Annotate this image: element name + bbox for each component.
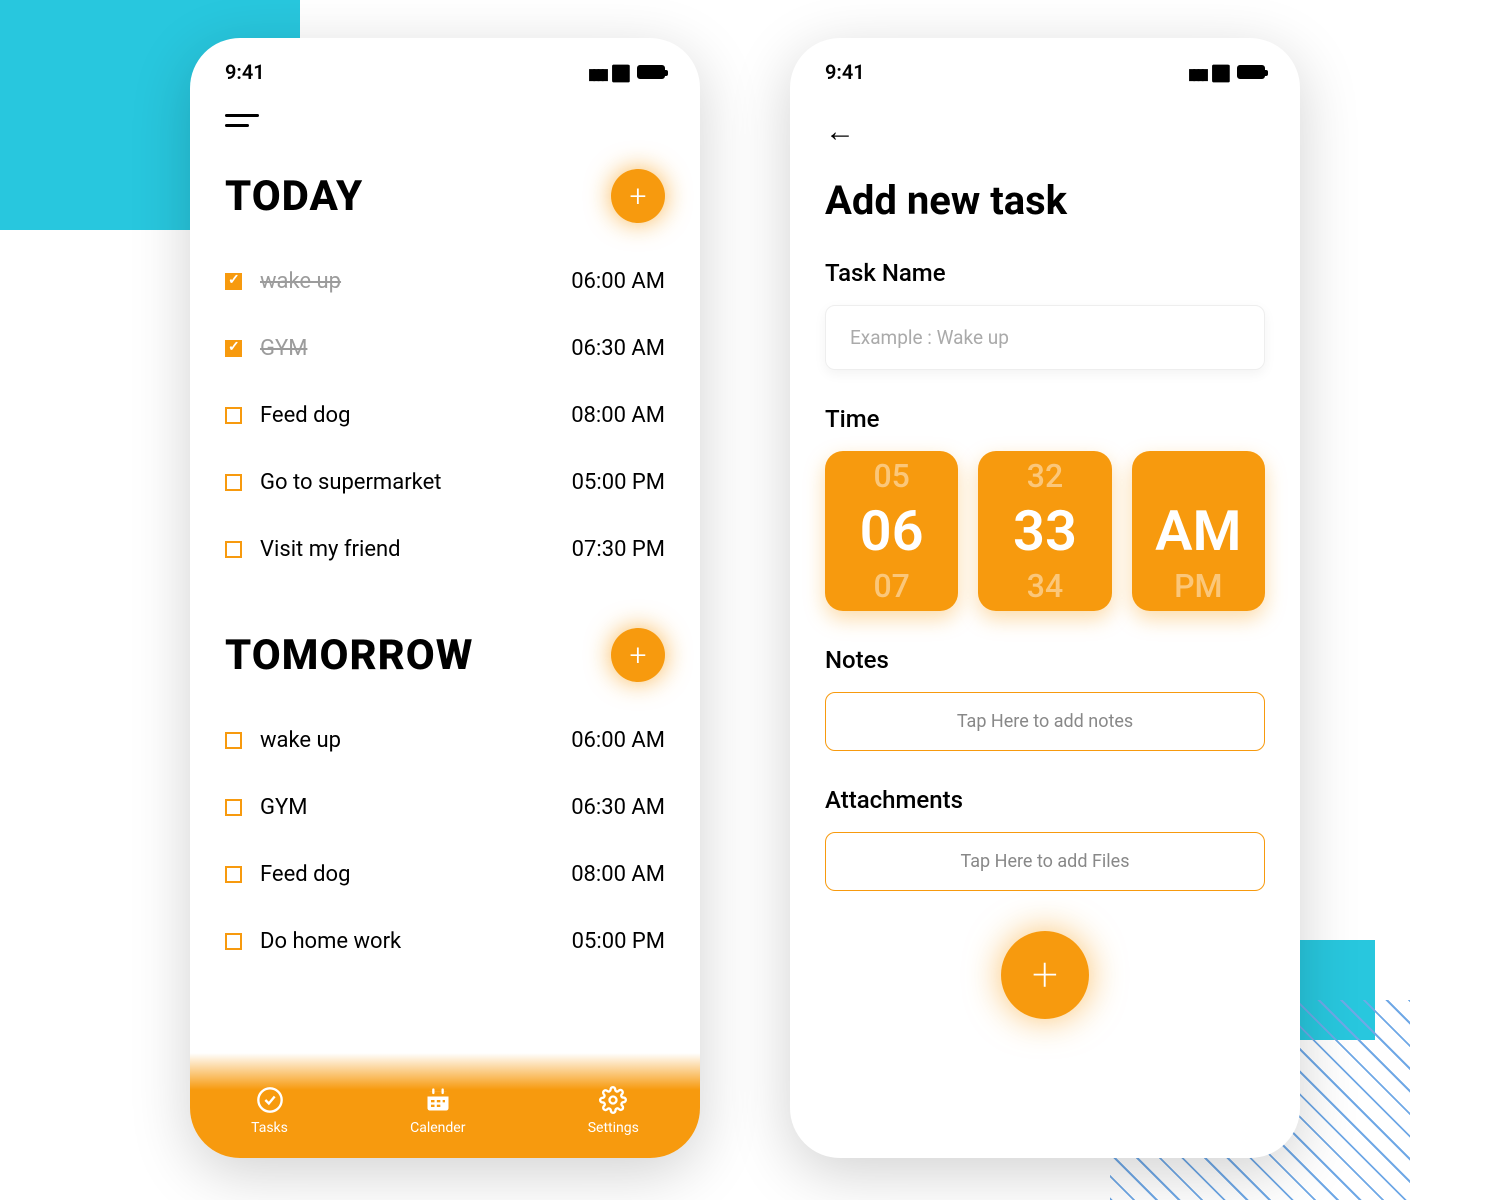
task-time: 08:00 AM — [571, 403, 665, 428]
submit-task-fab[interactable]: + — [1001, 931, 1089, 1019]
status-time: 9:41 — [225, 60, 265, 84]
task-row[interactable]: wake up 06:00 AM — [225, 248, 665, 315]
minute: 33 — [1013, 492, 1077, 570]
calendar-icon — [424, 1086, 452, 1114]
task-checkbox[interactable] — [225, 799, 242, 816]
check-circle-icon — [256, 1086, 284, 1114]
wifi-icon — [1211, 60, 1231, 84]
task-label: wake up — [260, 269, 571, 294]
task-time: 08:00 AM — [571, 862, 665, 887]
phone-tasks-list: 9:41 TODAY + wake up 06:00 AM GYM 06:30 … — [190, 38, 700, 1158]
task-checkbox[interactable] — [225, 407, 242, 424]
task-checkbox[interactable] — [225, 340, 242, 357]
status-icons — [588, 60, 665, 84]
task-label: Do home work — [260, 929, 572, 954]
time-minute-picker[interactable]: 32 33 34 — [978, 451, 1111, 611]
task-time: 06:30 AM — [571, 795, 665, 820]
battery-icon — [637, 65, 665, 79]
status-icons — [1188, 60, 1265, 84]
task-checkbox[interactable] — [225, 933, 242, 950]
battery-icon — [1237, 65, 1265, 79]
task-time: 07:30 PM — [572, 537, 665, 562]
task-row[interactable]: Feed dog 08:00 AM — [225, 841, 665, 908]
time-hour-picker[interactable]: 05 06 07 — [825, 451, 958, 611]
hour-prev: 05 — [873, 460, 909, 492]
status-time: 9:41 — [825, 60, 865, 84]
task-label: GYM — [260, 336, 571, 361]
nav-settings-label: Settings — [588, 1120, 639, 1136]
task-checkbox[interactable] — [225, 474, 242, 491]
hour-next: 07 — [873, 570, 909, 602]
status-bar: 9:41 — [790, 38, 1300, 84]
nav-calendar[interactable]: Calender — [410, 1086, 465, 1136]
task-time: 05:00 PM — [572, 929, 665, 954]
task-label: Visit my friend — [260, 537, 572, 562]
task-label: Go to supermarket — [260, 470, 572, 495]
ampm: AM — [1155, 492, 1241, 570]
wifi-icon — [611, 60, 631, 84]
attachments-label: Attachments — [825, 786, 1265, 814]
task-name-input[interactable]: Example : Wake up — [825, 305, 1265, 370]
section-title: TODAY — [225, 172, 363, 221]
minute-prev: 32 — [1027, 460, 1063, 492]
notes-label: Notes — [825, 646, 1265, 674]
nav-tasks[interactable]: Tasks — [251, 1086, 288, 1136]
plus-icon: + — [1032, 948, 1058, 1002]
plus-icon: + — [630, 179, 647, 214]
task-name-label: Task Name — [825, 259, 1265, 287]
add-task-fab[interactable]: + — [611, 628, 665, 682]
add-notes-button[interactable]: Tap Here to add notes — [825, 692, 1265, 751]
task-checkbox[interactable] — [225, 866, 242, 883]
back-arrow-icon[interactable]: ← — [825, 114, 1300, 149]
section-title: TOMORROW — [225, 631, 473, 680]
nav-tasks-label: Tasks — [251, 1120, 288, 1136]
task-time: 06:00 AM — [571, 269, 665, 294]
task-checkbox[interactable] — [225, 273, 242, 290]
task-row[interactable]: Do home work 05:00 PM — [225, 908, 665, 975]
task-label: wake up — [260, 728, 571, 753]
minute-next: 34 — [1027, 570, 1063, 602]
task-row[interactable]: GYM 06:30 AM — [225, 315, 665, 382]
task-checkbox[interactable] — [225, 732, 242, 749]
phone-add-task: 9:41 ← Add new task Task Name Example : … — [790, 38, 1300, 1158]
task-time: 06:30 AM — [571, 336, 665, 361]
task-row[interactable]: wake up 06:00 AM — [225, 707, 665, 774]
task-time: 06:00 AM — [571, 728, 665, 753]
nav-settings[interactable]: Settings — [588, 1086, 639, 1136]
hamburger-icon[interactable] — [225, 114, 259, 127]
task-row[interactable]: Feed dog 08:00 AM — [225, 382, 665, 449]
signal-icon — [1188, 60, 1205, 84]
hour: 06 — [860, 492, 924, 570]
ampm-next: PM — [1174, 570, 1222, 602]
task-label: Feed dog — [260, 862, 571, 887]
status-bar: 9:41 — [190, 38, 700, 84]
task-label: Feed dog — [260, 403, 571, 428]
bottom-nav: Tasks Calender Settings — [190, 1053, 700, 1158]
task-row[interactable]: Go to supermarket 05:00 PM — [225, 449, 665, 516]
task-row[interactable]: GYM 06:30 AM — [225, 774, 665, 841]
time-label: Time — [825, 405, 1265, 433]
page-title: Add new task — [790, 149, 1300, 224]
task-time: 05:00 PM — [572, 470, 665, 495]
task-label: GYM — [260, 795, 571, 820]
plus-icon: + — [630, 638, 647, 673]
time-ampm-picker[interactable]: · AM PM — [1132, 451, 1265, 611]
add-files-button[interactable]: Tap Here to add Files — [825, 832, 1265, 891]
task-checkbox[interactable] — [225, 541, 242, 558]
gear-icon — [599, 1086, 627, 1114]
task-row[interactable]: Visit my friend 07:30 PM — [225, 516, 665, 583]
nav-calendar-label: Calender — [410, 1120, 465, 1136]
signal-icon — [588, 60, 605, 84]
add-task-fab[interactable]: + — [611, 169, 665, 223]
